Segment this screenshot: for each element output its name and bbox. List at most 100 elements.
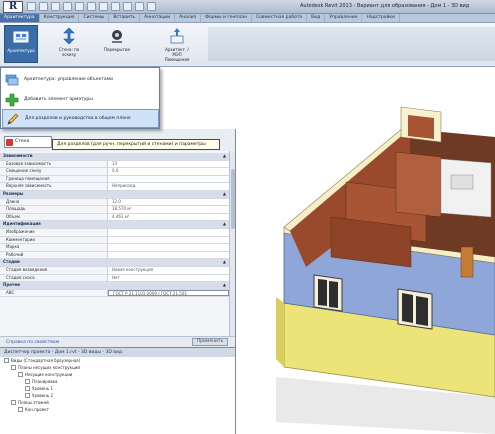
tree-node-label: Планы этажей — [18, 400, 49, 405]
ribbon-tab[interactable]: Вид — [307, 14, 326, 22]
properties-scrollbar[interactable] — [229, 151, 235, 339]
properties-row: Длина 12.0 — [0, 198, 229, 207]
property-value[interactable] — [108, 244, 229, 251]
expand-icon[interactable] — [4, 358, 9, 363]
text-icon[interactable] — [111, 2, 120, 11]
tree-node[interactable]: Планы этажей — [0, 399, 235, 406]
window-1-pane — [329, 281, 338, 308]
save-icon[interactable] — [39, 2, 48, 11]
collapse-icon[interactable]: ▲ — [223, 221, 226, 228]
expand-icon[interactable] — [25, 393, 30, 398]
ribbon-empty-panel — [208, 27, 495, 61]
property-value[interactable] — [108, 251, 229, 259]
properties-row: Площадь 18.570 м² — [0, 206, 229, 214]
dropdown-item-label: Для разделов и руководства в общем плане — [25, 116, 131, 121]
app-logo[interactable]: R — [3, 1, 23, 13]
measure-icon[interactable] — [87, 2, 96, 11]
dropdown-item-label: Архитектура: управление объектами — [24, 77, 113, 82]
property-value[interactable]: 1Э — [108, 160, 229, 168]
section-icon[interactable] — [135, 2, 144, 11]
apply-button[interactable]: Применить — [192, 338, 228, 346]
bathroom-fixture — [450, 174, 474, 190]
dropdown-item-label: Добавить элемент арматуры — [24, 97, 93, 102]
expand-icon[interactable] — [11, 365, 16, 370]
scrollbar-thumb[interactable] — [231, 169, 235, 229]
property-name: Базовая зависимость — [0, 160, 108, 168]
wall-tool-icon — [13, 31, 29, 43]
type-selector[interactable]: Стена — [4, 136, 52, 148]
property-name: Длина — [0, 198, 108, 206]
ribbon-tab[interactable]: Анализ — [175, 14, 202, 22]
property-name: Стадия сноса — [0, 274, 108, 282]
property-value[interactable]: Неприсоед. — [108, 183, 229, 190]
properties-category[interactable]: Прочее ▲ — [0, 282, 229, 290]
property-value[interactable] — [108, 228, 229, 236]
ribbon-tab[interactable]: Управление — [325, 14, 363, 22]
ribbon-button-label: Стена: по эскизу — [58, 47, 80, 57]
expand-icon[interactable] — [18, 407, 23, 412]
property-value[interactable]: 0.0 — [108, 168, 229, 175]
close-hidden-icon[interactable] — [147, 2, 156, 11]
collapse-icon[interactable]: ▲ — [223, 282, 226, 289]
properties-category[interactable]: Стадии ▲ — [0, 259, 229, 267]
ribbon-button-label: Перекрытие — [104, 47, 130, 52]
ribbon-button-wall-sketch[interactable]: Стена: по эскизу — [52, 25, 86, 63]
tree-node-label: Кон.проект — [25, 407, 49, 412]
tree-node[interactable]: Несущие конструкции — [0, 371, 235, 378]
ribbon-tab[interactable]: Системы — [79, 14, 110, 22]
ribbon-tab[interactable]: Аннотации — [140, 14, 176, 22]
properties-category[interactable]: Идентификация ▲ — [0, 221, 229, 229]
expand-icon[interactable] — [25, 379, 30, 384]
collapse-icon[interactable]: ▲ — [223, 259, 226, 266]
expand-icon[interactable] — [11, 400, 16, 405]
ribbon-button-architecture[interactable]: Архитектура — [4, 25, 38, 63]
dropdown-item-add-rebar[interactable]: Добавить элемент арматуры — [2, 90, 159, 109]
dimension-icon[interactable] — [99, 2, 108, 11]
tree-node[interactable]: Планировка — [0, 378, 235, 385]
3d-house-model[interactable] — [236, 67, 495, 434]
ribbon-tab[interactable]: Конструкция — [40, 14, 80, 22]
ribbon-tab[interactable]: Вставить — [109, 14, 141, 22]
property-value[interactable]: 12.0 — [108, 198, 229, 206]
properties-row: АВС ГОСТ Р 21.1101-2009 / ГОСТ 21.501 — [0, 289, 229, 298]
properties-category[interactable]: Зависимости ▲ — [0, 153, 229, 161]
properties-row: Комментарии — [0, 236, 229, 245]
property-value[interactable]: Новая конструкция — [108, 266, 229, 274]
3d-view-icon[interactable] — [123, 2, 132, 11]
ribbon-button-rooms[interactable]: Архитект. / МЭП Помещения — [160, 25, 194, 63]
tree-node[interactable]: Планы несущих конструкций — [0, 364, 235, 371]
open-icon[interactable] — [27, 2, 36, 11]
property-value[interactable] — [108, 175, 229, 183]
properties-row: Объем 4.461 м³ — [0, 213, 229, 222]
3d-viewport[interactable] — [236, 67, 495, 434]
properties-row: Граница помещения — [0, 175, 229, 184]
collapse-icon[interactable]: ▲ — [223, 191, 226, 198]
ribbon-button-label: Архитект. / МЭП Помещения — [164, 47, 190, 62]
dropdown-item-sections[interactable]: Для разделов и руководства в общем плане — [2, 109, 159, 128]
undo-icon[interactable] — [51, 2, 60, 11]
tree-node[interactable]: Виды (Стандартная браузерная) — [0, 357, 235, 364]
property-value[interactable]: ГОСТ Р 21.1101-2009 / ГОСТ 21.501 — [108, 289, 229, 297]
ribbon-tab[interactable]: Надстройки — [362, 14, 401, 22]
property-value[interactable]: 4.461 м³ — [108, 213, 229, 221]
ribbon-button-floor[interactable]: Перекрытие — [100, 25, 134, 63]
ribbon-tab[interactable]: Совместная работа — [252, 14, 308, 22]
properties-category[interactable]: Размеры ▲ — [0, 190, 229, 199]
properties-help-link[interactable]: Справка по свойствам — [6, 340, 59, 345]
expand-icon[interactable] — [25, 386, 30, 391]
redo-icon[interactable] — [63, 2, 72, 11]
print-icon[interactable] — [75, 2, 84, 11]
property-value[interactable]: Нет — [108, 274, 229, 282]
project-browser-title: Диспетчер проекта - Дом 1.rvt - 3D виды … — [0, 348, 235, 357]
tree-node[interactable]: Уровень 1 — [0, 385, 235, 392]
tree-node[interactable]: Кон.проект — [0, 406, 235, 413]
collapse-icon[interactable]: ▲ — [223, 153, 226, 160]
ribbon-tab[interactable]: Формы и генплан — [201, 14, 252, 22]
property-value[interactable] — [108, 236, 229, 244]
project-browser-tree: Виды (Стандартная браузерная) Планы несущ… — [0, 357, 235, 413]
expand-icon[interactable] — [18, 372, 23, 377]
tree-node[interactable]: Уровень 2 — [0, 392, 235, 399]
property-value[interactable]: 18.570 м² — [108, 206, 229, 213]
dropdown-item-manage[interactable]: Архитектура: управление объектами — [2, 70, 159, 89]
ribbon-tab[interactable]: Архитектура — [0, 14, 40, 22]
